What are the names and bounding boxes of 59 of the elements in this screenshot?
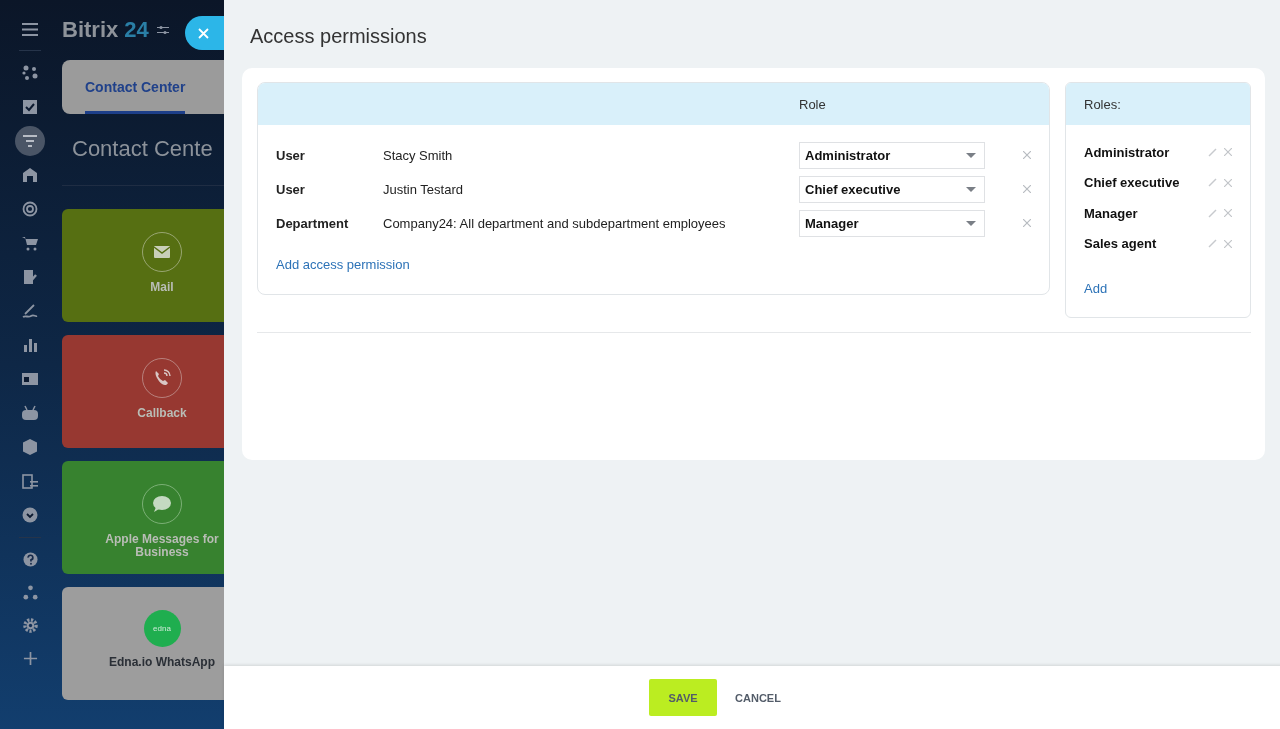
close-icon xyxy=(198,27,209,39)
tile-label: Edna.io WhatsApp xyxy=(108,656,216,669)
role-dropdown[interactable]: Chief executive xyxy=(799,175,985,203)
filter-icon[interactable] xyxy=(15,126,45,156)
cancel-button[interactable]: CANCEL xyxy=(727,691,789,704)
caret-icon xyxy=(966,152,976,158)
robot-icon[interactable] xyxy=(22,405,38,421)
page-heading: Contact Cente xyxy=(72,136,213,162)
envelope-icon xyxy=(142,232,182,272)
role-dropdown[interactable]: Manager xyxy=(799,209,985,237)
calendar-list-icon[interactable] xyxy=(22,473,38,489)
speech-bubble-icon xyxy=(142,484,182,524)
role-name: Manager xyxy=(1084,205,1139,221)
cube-icon[interactable] xyxy=(22,439,38,455)
panel-title: Access permissions xyxy=(249,24,428,49)
plus-icon[interactable] xyxy=(22,651,38,666)
entity-name: Company24: All department and subdepartment employees xyxy=(383,215,727,231)
signature-icon[interactable] xyxy=(22,303,38,319)
caret-icon xyxy=(966,186,976,192)
role-name: Chief executive xyxy=(1084,175,1181,191)
close-button[interactable] xyxy=(185,16,224,50)
building-icon[interactable] xyxy=(22,167,38,183)
settings-icon[interactable] xyxy=(22,618,38,633)
tile-label: Apple Messages for Business xyxy=(104,533,220,559)
sliders-icon[interactable] xyxy=(156,25,169,35)
entity-name: Justin Testard xyxy=(383,181,464,197)
document-edit-icon[interactable] xyxy=(22,269,38,285)
roles-header: Roles: xyxy=(1084,96,1121,112)
nodes-icon[interactable] xyxy=(22,585,38,600)
target-icon[interactable] xyxy=(22,201,38,217)
logo[interactable]: Bitrix 24 xyxy=(62,17,149,43)
tab[interactable]: Contact Center xyxy=(85,79,186,114)
channel-tile[interactable]: Mail xyxy=(62,209,224,322)
channel-tile[interactable]: Callback xyxy=(62,335,224,448)
channel-tile[interactable]: edna Edna.io WhatsApp xyxy=(62,587,224,700)
cart-icon[interactable] xyxy=(22,235,38,251)
role-name: Sales agent xyxy=(1084,236,1158,252)
add-role-link[interactable]: Add xyxy=(1084,281,1108,296)
help-icon[interactable] xyxy=(22,552,38,567)
add-permission-link[interactable]: Add access permission xyxy=(276,257,410,272)
entity-type: User xyxy=(276,147,306,163)
bar-chart-icon[interactable] xyxy=(22,337,38,353)
entity-name: Stacy Smith xyxy=(383,147,454,163)
role-name: Administrator xyxy=(1084,144,1171,160)
save-button[interactable]: SAVE xyxy=(649,679,718,716)
menu-icon[interactable] xyxy=(22,23,38,36)
id-card-icon[interactable] xyxy=(22,371,38,387)
entity-type: Department xyxy=(276,215,350,231)
entity-type: User xyxy=(276,181,306,197)
chevron-down-icon[interactable] xyxy=(22,507,38,523)
checkbox-icon[interactable] xyxy=(22,99,38,115)
phone-icon xyxy=(142,358,182,398)
column-header: Role xyxy=(799,96,826,112)
caret-icon xyxy=(966,220,976,226)
role-dropdown[interactable]: Administrator xyxy=(799,141,985,169)
tile-label: Mail xyxy=(149,281,175,294)
circle-dots-icon[interactable] xyxy=(22,65,38,81)
brand-logo: edna xyxy=(143,610,181,647)
tile-label: Callback xyxy=(136,407,188,420)
